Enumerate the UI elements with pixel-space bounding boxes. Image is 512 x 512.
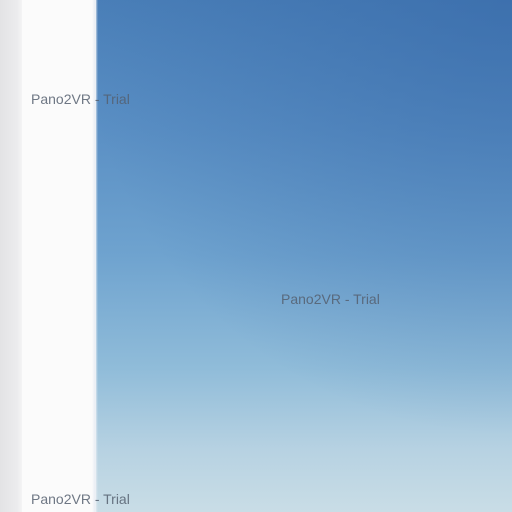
trial-watermark: Pano2VR - Trial (31, 91, 130, 107)
panorama-viewport[interactable]: Pano2VR - Trial Pano2VR - Trial Pano2VR … (0, 0, 512, 512)
trial-watermark: Pano2VR - Trial (31, 491, 130, 507)
wall-shadow (0, 0, 22, 512)
building-wall (0, 0, 96, 512)
wall-edge (92, 0, 98, 512)
trial-watermark: Pano2VR - Trial (281, 291, 380, 307)
